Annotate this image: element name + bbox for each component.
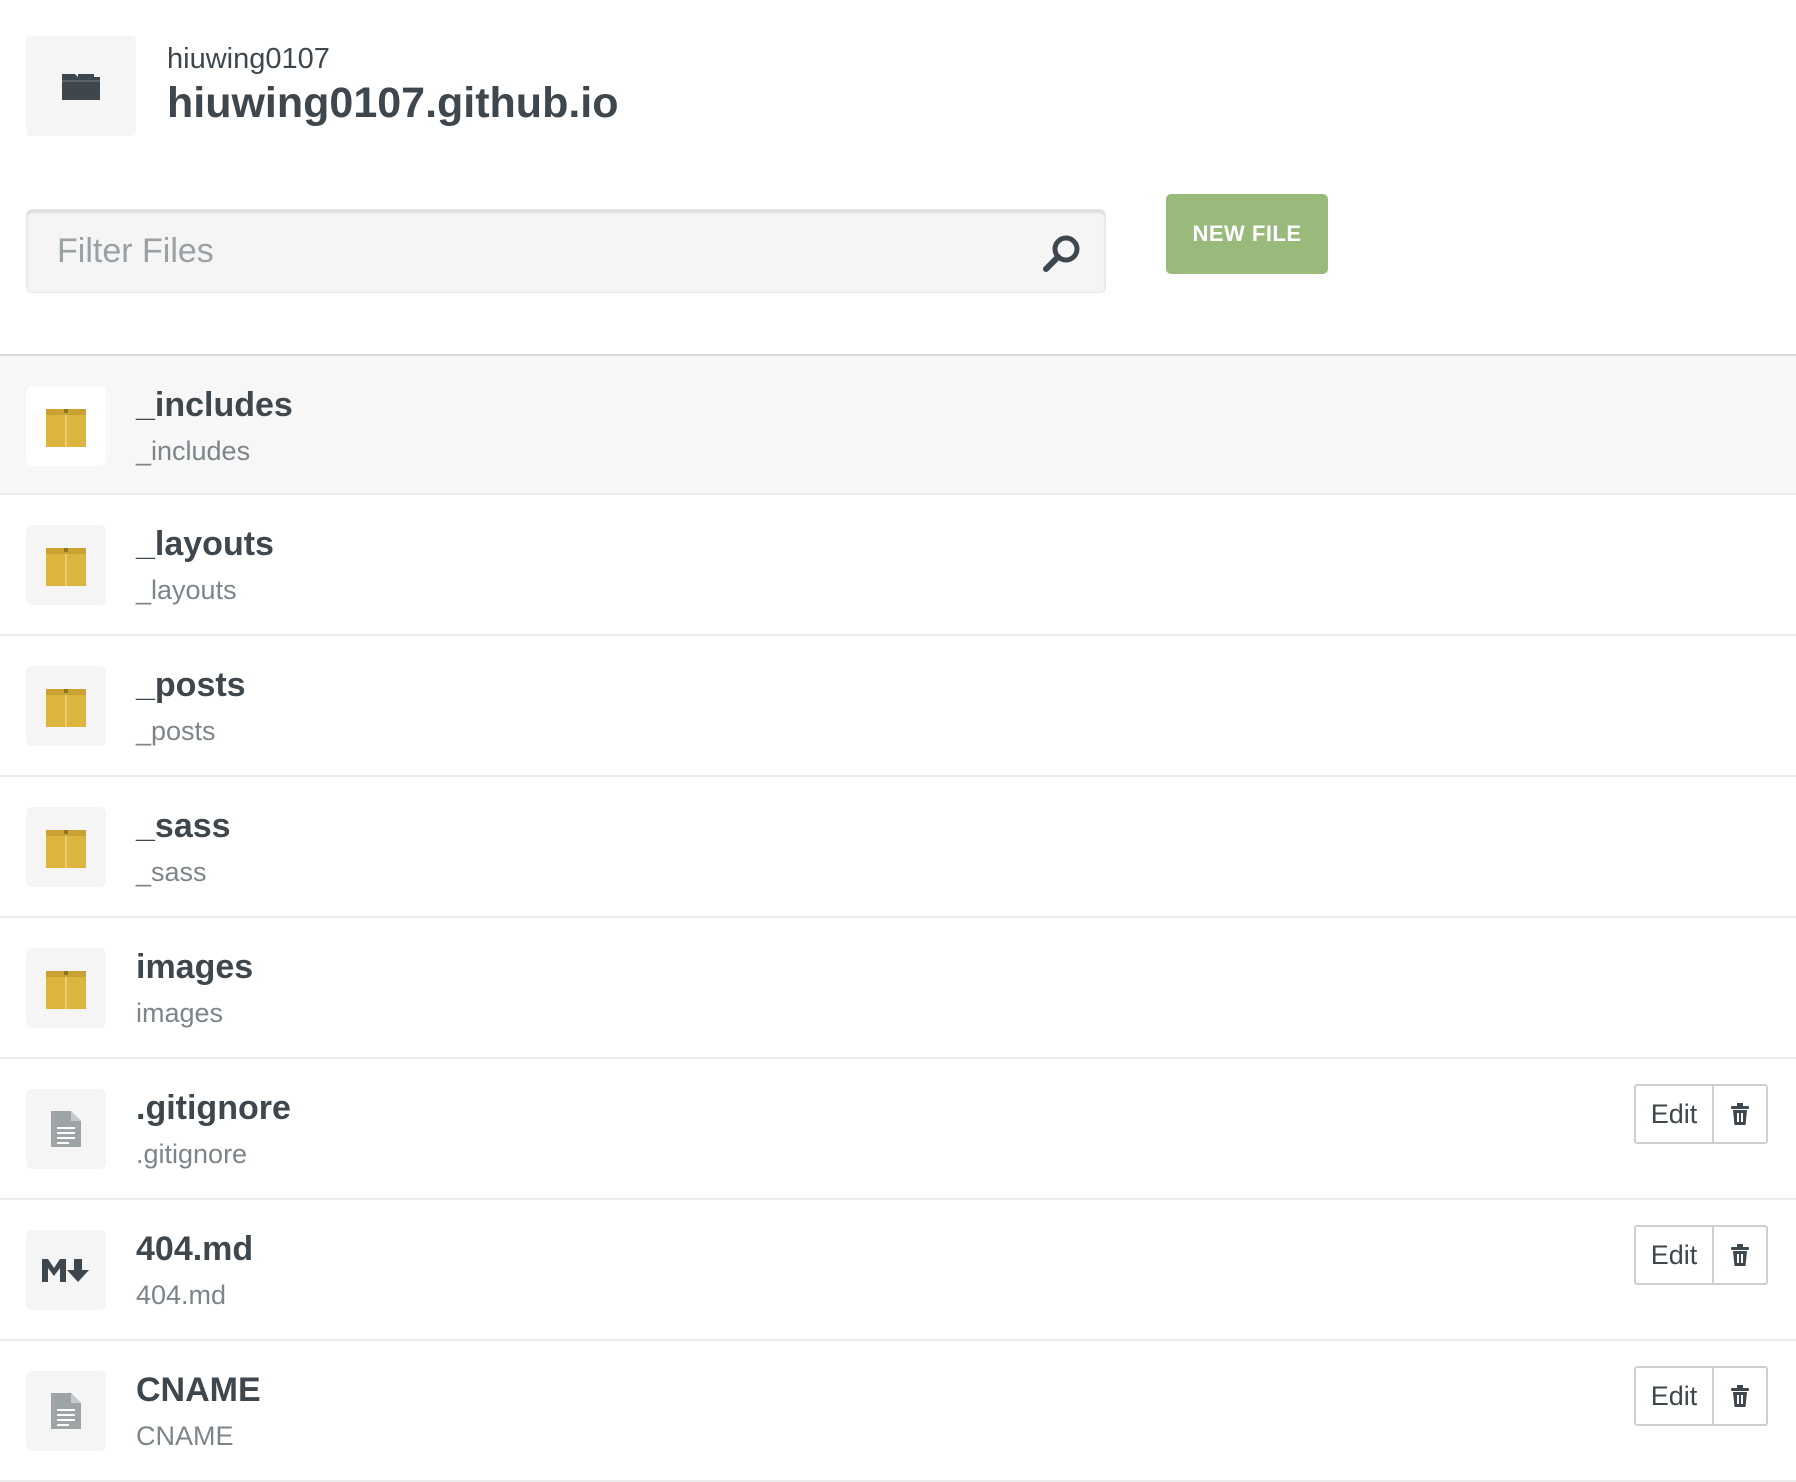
- file-path: _posts: [136, 716, 216, 746]
- file-row[interactable]: 404.md 404.md Edit: [0, 1200, 1796, 1341]
- folder-icon: [46, 689, 86, 727]
- file-icon-container: [26, 1089, 106, 1169]
- file-icon-container: [26, 525, 106, 605]
- search-icon[interactable]: [1041, 232, 1083, 274]
- new-file-button[interactable]: NEW FILE: [1166, 194, 1328, 274]
- file-icon-container: [26, 386, 106, 466]
- file-path: _includes: [136, 436, 251, 466]
- file-name[interactable]: _includes: [136, 386, 293, 425]
- trash-icon: [1731, 1103, 1749, 1125]
- folder-icon: [46, 409, 86, 447]
- trash-icon: [1731, 1244, 1749, 1266]
- document-icon: [51, 1393, 81, 1429]
- edit-button[interactable]: Edit: [1636, 1086, 1714, 1142]
- file-name[interactable]: images: [136, 948, 253, 987]
- folder-icon: [46, 971, 86, 1009]
- file-path: images: [136, 998, 224, 1028]
- repo-owner[interactable]: hiuwing0107: [167, 44, 619, 76]
- delete-button[interactable]: [1714, 1227, 1766, 1283]
- file-row[interactable]: _posts _posts: [0, 636, 1796, 777]
- file-path: CNAME: [136, 1421, 234, 1451]
- repo-name[interactable]: hiuwing0107.github.io: [167, 79, 619, 127]
- file-name[interactable]: .gitignore: [136, 1089, 291, 1128]
- file-row[interactable]: _layouts _layouts: [0, 495, 1796, 636]
- repo-icon-container: [26, 36, 136, 136]
- file-path: _sass: [136, 857, 207, 887]
- file-path: 404.md: [136, 1280, 227, 1310]
- file-row[interactable]: images images: [0, 918, 1796, 1059]
- file-name[interactable]: CNAME: [136, 1371, 261, 1410]
- row-actions: Edit: [1634, 1225, 1768, 1285]
- file-icon-container: [26, 807, 106, 887]
- file-icon-container: [26, 666, 106, 746]
- edit-button[interactable]: Edit: [1636, 1227, 1714, 1283]
- row-actions: Edit: [1634, 1366, 1768, 1426]
- folder-icon: [46, 830, 86, 868]
- row-actions: Edit: [1634, 1084, 1768, 1144]
- file-name[interactable]: _posts: [136, 666, 246, 705]
- repo-header: hiuwing0107 hiuwing0107.github.io: [26, 36, 619, 136]
- file-row[interactable]: _sass _sass: [0, 777, 1796, 918]
- delete-button[interactable]: [1714, 1368, 1766, 1424]
- file-icon-container: [26, 948, 106, 1028]
- file-name[interactable]: _sass: [136, 807, 231, 846]
- document-icon: [51, 1111, 81, 1147]
- file-row[interactable]: _includes _includes: [0, 356, 1796, 495]
- file-name[interactable]: _layouts: [136, 525, 274, 564]
- file-list: _includes _includes _layouts _layouts _posts…: [0, 354, 1796, 1482]
- edit-button[interactable]: Edit: [1636, 1368, 1714, 1424]
- file-row[interactable]: CNAME CNAME Edit: [0, 1341, 1796, 1482]
- markdown-icon: [42, 1259, 89, 1282]
- folder-icon: [46, 548, 86, 586]
- filter-bar: [26, 209, 1106, 293]
- file-path: _layouts: [136, 575, 237, 605]
- folder-icon: [62, 74, 100, 100]
- file-icon-container: [26, 1371, 106, 1451]
- trash-icon: [1731, 1385, 1749, 1407]
- file-row[interactable]: .gitignore .gitignore Edit: [0, 1059, 1796, 1200]
- delete-button[interactable]: [1714, 1086, 1766, 1142]
- filter-files-input[interactable]: [27, 210, 1027, 292]
- file-path: .gitignore: [136, 1139, 248, 1169]
- file-name[interactable]: 404.md: [136, 1230, 253, 1269]
- file-icon-container: [26, 1230, 106, 1310]
- repo-title-block: hiuwing0107 hiuwing0107.github.io: [167, 44, 619, 128]
